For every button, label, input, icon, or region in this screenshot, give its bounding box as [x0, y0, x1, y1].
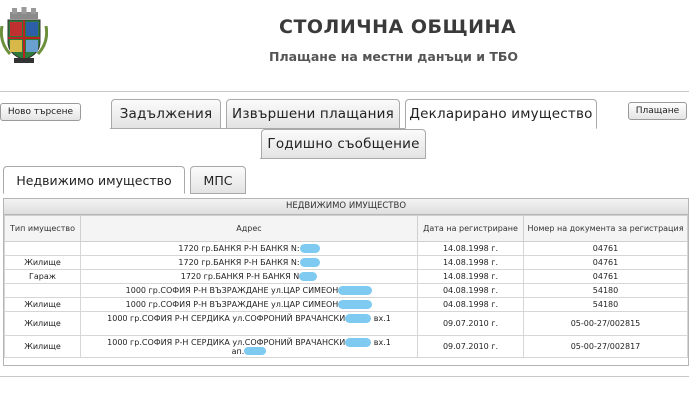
- table-row[interactable]: Жилище 1000 гр.СОФИЯ Р-Н ВЪЗРАЖДАНЕ ул.Ц…: [4, 297, 688, 312]
- table-row[interactable]: 1720 гр.БАНКЯ Р-Н БАНКЯ N: 14.08.1998 г.…: [4, 241, 688, 256]
- column-header-type: Тип имущество: [4, 215, 81, 242]
- redaction-mark: [338, 299, 373, 309]
- address-entrance: вх.1: [373, 337, 391, 347]
- tab-annual-notice[interactable]: Годишно съобщение: [261, 129, 426, 159]
- cell-doc-number: 04761: [523, 269, 688, 284]
- redaction-mark: [299, 257, 320, 267]
- cell-date: 14.08.1998 г.: [417, 255, 524, 270]
- table-row[interactable]: Жилище 1000 гр.СОФИЯ Р-Н СЕРДИКА ул.СОФР…: [4, 335, 688, 358]
- new-search-button[interactable]: Ново търсене: [0, 103, 81, 121]
- cell-doc-number: 04761: [523, 255, 688, 270]
- page-subtitle: Плащане на местни данъци и ТБО: [269, 49, 519, 64]
- real-estate-table: Тип имущество Адрес Дата на регистриране…: [4, 215, 688, 358]
- sofia-coat-of-arms-icon: [0, 7, 48, 63]
- cell-date: 14.08.1998 г.: [417, 269, 524, 284]
- address-text: 1720 гр.БАНКЯ Р-Н БАНКЯ N:: [178, 257, 300, 267]
- tab-declared-property[interactable]: Декларирано имущество: [405, 99, 597, 129]
- cell-date: 14.08.1998 г.: [417, 241, 524, 256]
- redaction-mark: [299, 243, 320, 253]
- tab-obligations[interactable]: Задължения: [111, 99, 221, 129]
- cell-type: Гараж: [4, 269, 81, 284]
- cell-date: 04.08.1998 г.: [417, 283, 524, 298]
- cell-doc-number: 05-00-27/002817: [523, 335, 688, 358]
- table-row[interactable]: Жилище 1720 гр.БАНКЯ Р-Н БАНКЯ N: 14.08.…: [4, 255, 688, 270]
- column-header-date: Дата на регистриране: [417, 215, 524, 242]
- payment-button[interactable]: Плащане: [628, 102, 687, 120]
- redaction-mark: [345, 314, 372, 323]
- cell-doc-number: 54180: [523, 283, 688, 298]
- address-apartment: ап.: [231, 346, 245, 356]
- address-text: 1000 гр.СОФИЯ Р-Н СЕРДИКА ул.СОФРОНИЙ ВР…: [107, 314, 346, 323]
- address-text: 1720 гр.БАНКЯ Р-Н БАНКЯ N: [180, 271, 300, 281]
- real-estate-panel: НЕДВИЖИМО ИМУЩЕСТВО Тип имущество Адрес …: [3, 198, 689, 366]
- cell-address: 1000 гр.СОФИЯ Р-Н ВЪЗРАЖДАНЕ ул.ЦАР СИМЕ…: [80, 297, 418, 312]
- subtab-vehicles[interactable]: МПС: [190, 166, 246, 194]
- cell-doc-number: 04761: [523, 241, 688, 256]
- cell-date: 09.07.2010 г.: [417, 335, 524, 358]
- cell-type: Жилище: [4, 255, 81, 270]
- redaction-mark: [338, 285, 373, 295]
- cell-type: Жилище: [4, 311, 81, 336]
- header-divider: [0, 91, 689, 92]
- address-entrance: вх.1: [373, 314, 391, 323]
- cell-address: 1000 гр.СОФИЯ Р-Н СЕРДИКА ул.СОФРОНИЙ ВР…: [80, 311, 418, 336]
- table-row[interactable]: 1000 гр.СОФИЯ Р-Н ВЪЗРАЖДАНЕ ул.ЦАР СИМЕ…: [4, 283, 688, 298]
- cell-address: 1720 гр.БАНКЯ Р-Н БАНКЯ N:: [80, 241, 418, 256]
- page-header: СТОЛИЧНА ОБЩИНА Плащане на местни данъци…: [0, 0, 689, 92]
- cell-doc-number: 05-00-27/002815: [523, 311, 688, 336]
- redaction-mark: [299, 271, 318, 281]
- cell-type: Жилище: [4, 297, 81, 312]
- table-row[interactable]: Жилище 1000 гр.СОФИЯ Р-Н СЕРДИКА ул.СОФР…: [4, 311, 688, 336]
- address-text: 1720 гр.БАНКЯ Р-Н БАНКЯ N:: [178, 243, 300, 253]
- tab-payments-made[interactable]: Извършени плащания: [226, 99, 400, 129]
- table-row[interactable]: Гараж 1720 гр.БАНКЯ Р-Н БАНКЯ N 14.08.19…: [4, 269, 688, 284]
- cell-type: [4, 241, 81, 256]
- column-header-address: Адрес: [80, 215, 418, 242]
- cell-address: 1720 гр.БАНКЯ Р-Н БАНКЯ N:: [80, 255, 418, 270]
- redaction-mark: [244, 347, 267, 355]
- cell-date: 04.08.1998 г.: [417, 297, 524, 312]
- cell-type: Жилище: [4, 335, 81, 358]
- cell-date: 09.07.2010 г.: [417, 311, 524, 336]
- redaction-mark: [345, 337, 372, 347]
- cell-type: [4, 283, 81, 298]
- cell-address: 1000 гр.СОФИЯ Р-Н ВЪЗРАЖДАНЕ ул.ЦАР СИМЕ…: [80, 283, 418, 298]
- cell-address: 1720 гр.БАНКЯ Р-Н БАНКЯ N: [80, 269, 418, 284]
- address-text: 1000 гр.СОФИЯ Р-Н СЕРДИКА ул.СОФРОНИЙ ВР…: [107, 337, 346, 347]
- page-title: СТОЛИЧНА ОБЩИНА: [279, 16, 517, 38]
- subtab-real-estate[interactable]: Недвижимо имущество: [3, 166, 185, 194]
- table-header-row: Тип имущество Адрес Дата на регистриране…: [4, 215, 688, 242]
- panel-caption: НЕДВИЖИМО ИМУЩЕСТВО: [4, 199, 688, 215]
- footer-divider: [0, 376, 689, 377]
- column-header-doc-number: Номер на документа за регистрация: [523, 215, 688, 242]
- address-text: 1000 гр.СОФИЯ Р-Н ВЪЗРАЖДАНЕ ул.ЦАР СИМЕ…: [125, 299, 339, 309]
- cell-address: 1000 гр.СОФИЯ Р-Н СЕРДИКА ул.СОФРОНИЙ ВР…: [80, 335, 418, 358]
- address-text: 1000 гр.СОФИЯ Р-Н ВЪЗРАЖДАНЕ ул.ЦАР СИМЕ…: [125, 285, 339, 295]
- cell-doc-number: 54180: [523, 297, 688, 312]
